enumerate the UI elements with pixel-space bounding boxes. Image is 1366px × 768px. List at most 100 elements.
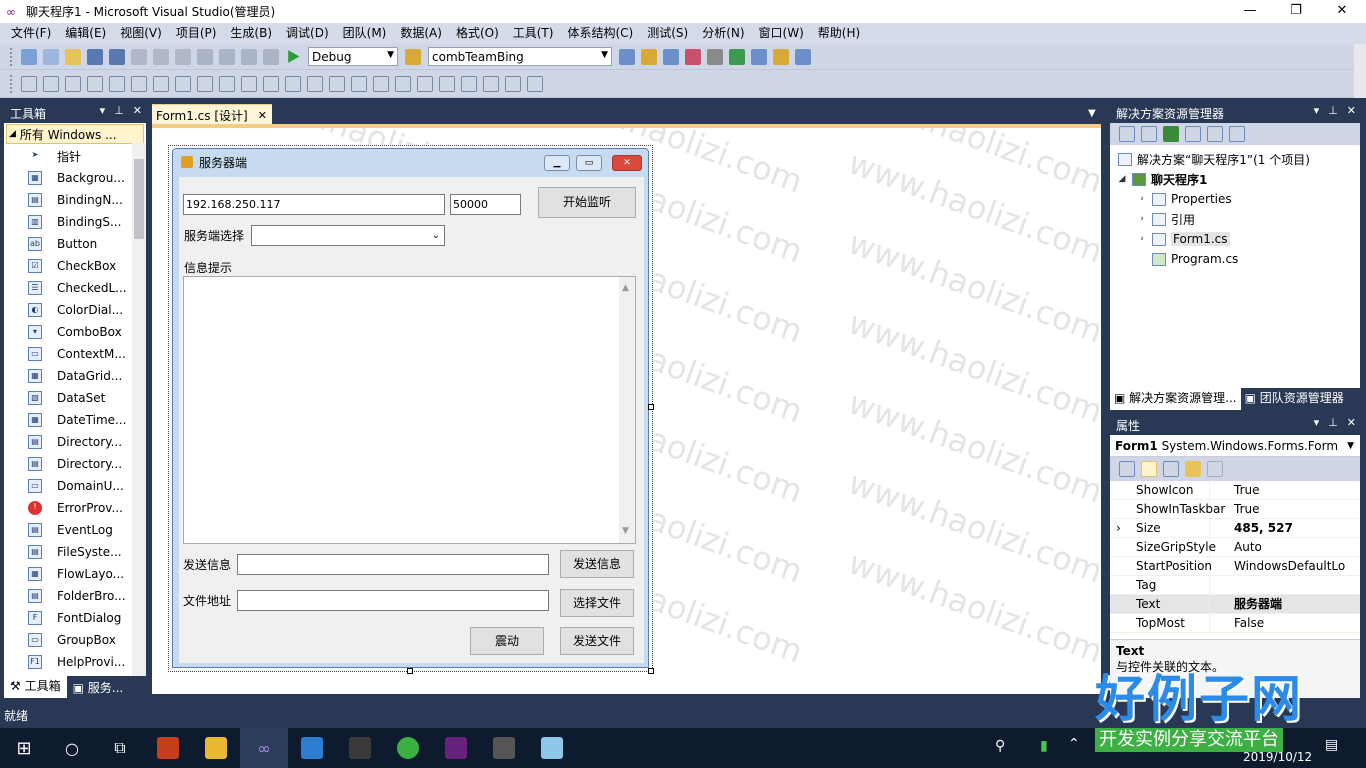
toolbox-item[interactable]: ab Button — [4, 233, 146, 255]
close-icon[interactable]: ✕ — [1347, 416, 1356, 429]
alphabetical-icon[interactable] — [1141, 461, 1157, 477]
start-button[interactable]: ⊞ — [0, 728, 48, 768]
properties-node[interactable]: › Properties — [1110, 189, 1360, 209]
info-scrollbar[interactable]: ▲ ▼ — [619, 277, 635, 543]
toolbox-scrollbar[interactable] — [132, 143, 146, 679]
toolbox-item[interactable]: ! ErrorProv... — [4, 497, 146, 519]
toolbox-item[interactable]: ▥ BindingS... — [4, 211, 146, 233]
send-file-button[interactable]: 发送文件 — [560, 627, 634, 655]
align-middles-icon[interactable] — [131, 75, 147, 92]
menu-format[interactable]: 格式(O) — [449, 23, 506, 44]
toolbar-grip[interactable] — [10, 47, 14, 66]
search-button[interactable]: ○ — [48, 728, 96, 768]
menu-view[interactable]: 视图(V) — [113, 23, 169, 44]
toolbox-item[interactable]: ▦ FlowLayo... — [4, 563, 146, 585]
save-icon[interactable] — [87, 48, 103, 65]
info-textbox[interactable]: ▲ ▼ — [183, 276, 636, 544]
toolbar-scrollbar[interactable] — [1354, 44, 1366, 98]
server-select-combobox[interactable]: ⌄ — [251, 225, 445, 246]
class-diagram-icon[interactable] — [1229, 126, 1245, 142]
toolbox-item[interactable]: ▦ Backgrou... — [4, 167, 146, 189]
expand-icon[interactable]: › — [1136, 214, 1148, 224]
object-selector[interactable]: Form1 System.Windows.Forms.Form ▼ — [1110, 435, 1360, 457]
refresh-icon[interactable] — [1163, 126, 1179, 142]
property-value[interactable]: False — [1210, 614, 1360, 632]
toolbox-category-all-windows[interactable]: ◢ 所有 Windows ... — [6, 124, 144, 144]
form1-window[interactable]: 服务器端 ▁ ▭ ✕ 192.168.250.117 50000 开始监听 服务… — [172, 148, 649, 668]
battery-icon[interactable]: ▮ — [1040, 738, 1048, 754]
property-pages-icon[interactable] — [1207, 461, 1223, 477]
object-browser-icon[interactable] — [663, 48, 679, 65]
add-item-icon[interactable] — [43, 48, 59, 65]
form1-node[interactable]: › Form1.cs — [1110, 229, 1360, 249]
config-select[interactable]: Debug ▼ — [308, 47, 398, 66]
menu-architecture[interactable]: 体系结构(C) — [560, 23, 640, 44]
close-button[interactable]: ✕ — [1319, 0, 1365, 23]
toolbox-item[interactable]: ▤ FolderBro... — [4, 585, 146, 607]
resize-handle-right[interactable] — [648, 404, 654, 410]
send-message-button[interactable]: 发送信息 — [560, 550, 634, 578]
toolbox-item[interactable]: ▭ GroupBox — [4, 629, 146, 651]
toolbox-item[interactable]: ▭ ContextM... — [4, 343, 146, 365]
property-row[interactable]: TopMost False — [1110, 614, 1360, 633]
align-lefts-icon[interactable] — [43, 75, 59, 92]
maximize-button[interactable]: ❐ — [1273, 0, 1319, 23]
tab-overflow-icon[interactable]: ▼ — [1088, 108, 1096, 119]
menu-edit[interactable]: 编辑(E) — [58, 23, 113, 44]
start-listen-button[interactable]: 开始监听 — [538, 187, 636, 218]
menu-file[interactable]: 文件(F) — [4, 23, 58, 44]
menu-window[interactable]: 窗口(W) — [752, 23, 811, 44]
taskbar-visual-studio[interactable]: ∞ — [240, 728, 288, 768]
start-page-icon[interactable] — [773, 48, 789, 65]
toolbox-item[interactable]: ▧ DataSet — [4, 387, 146, 409]
property-row[interactable]: Text 服务器端 — [1110, 595, 1360, 614]
project-node[interactable]: ◢ 聊天程序1 — [1110, 169, 1360, 189]
task-view-button[interactable]: ⧉ — [96, 728, 144, 768]
expand-icon[interactable]: › — [1116, 519, 1121, 537]
menu-data[interactable]: 数据(A) — [393, 23, 449, 44]
send-to-back-icon[interactable] — [483, 75, 499, 92]
menu-tools[interactable]: 工具(T) — [506, 23, 561, 44]
vertical-spacing-icon[interactable] — [351, 75, 367, 92]
program-node[interactable]: Program.cs — [1110, 249, 1360, 269]
solution-root-node[interactable]: 解决方案“聊天程序1”(1 个项目) — [1110, 149, 1360, 169]
tools-icon[interactable] — [707, 48, 723, 65]
taskbar-vs2[interactable] — [432, 728, 480, 768]
align-centers-icon[interactable] — [65, 75, 81, 92]
copy-icon[interactable] — [153, 48, 169, 65]
toolbox-item[interactable]: ☰ CheckedL... — [4, 277, 146, 299]
scroll-up-icon[interactable]: ▲ — [622, 279, 629, 298]
close-icon[interactable]: ✕ — [133, 104, 142, 117]
class-view-icon[interactable] — [751, 48, 767, 65]
resize-handle-bottom[interactable] — [407, 668, 413, 674]
port-textbox[interactable]: 50000 — [450, 194, 521, 215]
find-combo[interactable]: combTeamBing ▼ — [428, 47, 612, 66]
property-row[interactable]: SizeGripStyle Auto — [1110, 538, 1360, 557]
menu-team[interactable]: 团队(M) — [336, 23, 394, 44]
property-value[interactable]: 服务器端 — [1210, 595, 1360, 613]
bring-to-front-icon[interactable] — [461, 75, 477, 92]
tray-chevron-icon[interactable]: ⌃ — [1068, 736, 1080, 752]
view-designer-icon[interactable] — [1207, 126, 1223, 142]
dropdown-icon[interactable]: ▾ — [1314, 104, 1320, 117]
extension-icon[interactable] — [729, 48, 745, 65]
tab-server-explorer[interactable]: ▣ 服务... — [67, 679, 130, 696]
solution-explorer-icon[interactable] — [619, 48, 635, 65]
view-code-icon[interactable] — [1185, 126, 1201, 142]
form-selection[interactable]: 服务器端 ▁ ▭ ✕ 192.168.250.117 50000 开始监听 服务… — [168, 145, 654, 674]
menu-debug[interactable]: 调试(D) — [279, 23, 336, 44]
send-message-textbox[interactable] — [237, 554, 549, 575]
tab-order-icon[interactable] — [505, 75, 521, 92]
menu-analyze[interactable]: 分析(N) — [695, 23, 751, 44]
toolbox-item[interactable]: ▤ Directory... — [4, 431, 146, 453]
lock-controls-icon[interactable] — [527, 75, 543, 92]
align-bottoms-icon[interactable] — [153, 75, 169, 92]
toolbox-item[interactable]: ▤ FileSyste... — [4, 541, 146, 563]
property-value[interactable] — [1210, 576, 1360, 594]
notification-icon[interactable]: ▤ — [1325, 737, 1338, 753]
toolbox-item[interactable]: ▤ BindingN... — [4, 189, 146, 211]
taskbar-notes[interactable] — [528, 728, 576, 768]
taskbar-explorer[interactable] — [192, 728, 240, 768]
taskbar-powerpoint[interactable] — [144, 728, 192, 768]
toolbox-item[interactable]: ▦ DateTime... — [4, 409, 146, 431]
